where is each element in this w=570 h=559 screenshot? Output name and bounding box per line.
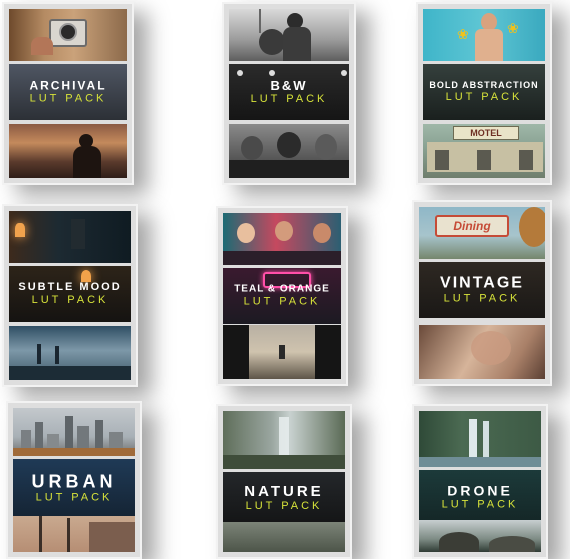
subtle-mood-lut-pack-card[interactable]: SUBTLE MOOD LUT PACK xyxy=(2,204,138,387)
forest-photo xyxy=(223,522,345,552)
teal-orange-lut-pack-card[interactable]: TEAL & ORANGE LUT PACK xyxy=(216,206,348,386)
archival-lut-pack-card[interactable]: ARCHIVAL LUT PACK xyxy=(2,2,134,185)
sunflower-portrait-photo: ❀ ❀ xyxy=(423,9,545,61)
title-band: TEAL & ORANGE LUT PACK xyxy=(223,268,341,324)
street-poles-photo xyxy=(13,516,135,552)
pack-title: NATURE xyxy=(244,483,324,500)
sunflower-icon: ❀ xyxy=(507,21,519,37)
bold-abstraction-lut-pack-card[interactable]: ❀ ❀ BOLD ABSTRACTION LUT PACK MOTEL xyxy=(416,2,552,185)
pack-title: SUBTLE MOOD xyxy=(18,281,122,293)
dark-room-lamp-photo xyxy=(9,211,131,263)
urban-lut-pack-card[interactable]: URBAN LUT PACK xyxy=(6,401,142,559)
sunset-silhouette-photo xyxy=(9,124,127,178)
waterfall-photo xyxy=(223,411,345,469)
title-band: NATURE LUT PACK xyxy=(223,472,345,524)
dining-sign-photo: Dining xyxy=(419,207,545,259)
lut-pack-grid: ARCHIVAL LUT PACK B&W LUT PACK ❀ ❀ BOLD … xyxy=(0,0,570,559)
sunflower-icon: ❀ xyxy=(457,27,469,43)
pack-subtitle: LUT PACK xyxy=(443,292,521,305)
pack-title: BOLD ABSTRACTION xyxy=(429,80,539,90)
warm-portrait-photo xyxy=(419,325,545,379)
city-skyline-photo xyxy=(13,408,135,456)
title-band: ARCHIVAL LUT PACK xyxy=(9,64,127,120)
pack-subtitle: LUT PACK xyxy=(29,92,107,105)
pack-subtitle: LUT PACK xyxy=(31,294,109,306)
nature-lut-pack-card[interactable]: NATURE LUT PACK xyxy=(216,404,352,559)
pack-title: TEAL & ORANGE xyxy=(234,283,330,295)
motel-sign: MOTEL xyxy=(453,126,519,140)
misty-field-photo xyxy=(9,326,131,380)
pack-title: DRONE xyxy=(447,482,513,499)
basketball-player-photo xyxy=(229,9,349,61)
vintage-camera-photo xyxy=(9,9,127,61)
dining-sign: Dining xyxy=(435,215,509,237)
pack-subtitle: LUT PACK xyxy=(243,295,321,308)
drone-lut-pack-card[interactable]: DRONE LUT PACK xyxy=(412,404,548,559)
title-band: DRONE LUT PACK xyxy=(419,470,541,524)
pack-subtitle: LUT PACK xyxy=(250,93,328,105)
pack-title: VINTAGE xyxy=(440,274,524,292)
aerial-waterfall-photo xyxy=(419,411,541,467)
bw-lut-pack-card[interactable]: B&W LUT PACK xyxy=(222,2,356,185)
vintage-lut-pack-card[interactable]: Dining VINTAGE LUT PACK xyxy=(412,200,552,386)
motel-photo: MOTEL xyxy=(423,124,545,178)
coastal-rocks-photo xyxy=(419,520,541,552)
group-portrait-photo xyxy=(229,124,349,178)
party-people-photo xyxy=(223,213,341,265)
title-band: VINTAGE LUT PACK xyxy=(419,262,545,318)
doorway-figure-photo xyxy=(223,325,341,379)
pack-subtitle: LUT PACK xyxy=(441,498,519,511)
pack-subtitle: LUT PACK xyxy=(445,91,523,103)
pack-title: B&W xyxy=(270,78,308,93)
title-band: B&W LUT PACK xyxy=(229,64,349,120)
pack-subtitle: LUT PACK xyxy=(245,500,323,512)
title-band: URBAN LUT PACK xyxy=(13,459,135,517)
title-band: BOLD ABSTRACTION LUT PACK xyxy=(423,64,545,120)
pack-title: URBAN xyxy=(31,471,117,492)
pack-title: ARCHIVAL xyxy=(29,78,107,93)
title-band: SUBTLE MOOD LUT PACK xyxy=(9,266,131,322)
pack-subtitle: LUT PACK xyxy=(35,491,113,504)
